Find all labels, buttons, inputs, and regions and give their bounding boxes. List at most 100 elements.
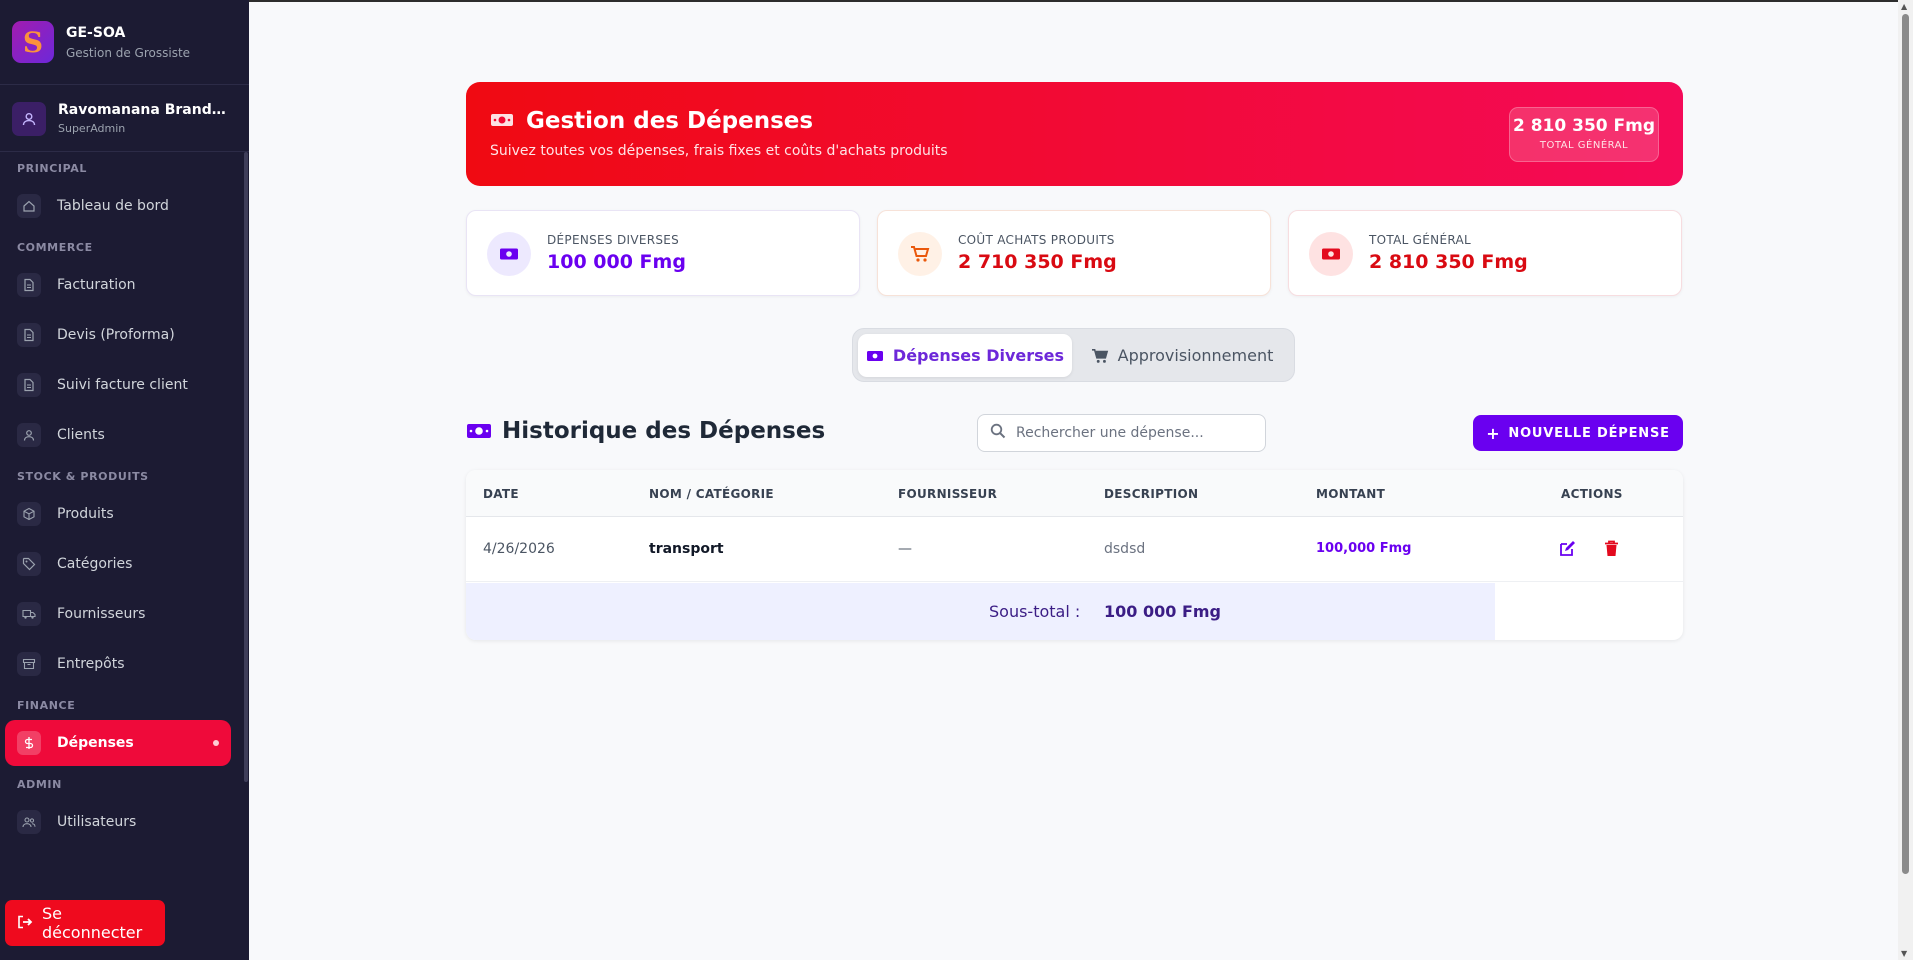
cell-description: dsdsd bbox=[1104, 541, 1146, 557]
user-name: Ravomanana Brandon Fi... bbox=[58, 102, 230, 118]
search-box bbox=[977, 414, 1266, 452]
total-value: 2 810 350 Fmg bbox=[1512, 116, 1656, 136]
archive-icon bbox=[17, 652, 41, 676]
total-badge: 2 810 350 Fmg TOTAL GÉNÉRAL bbox=[1509, 107, 1659, 162]
col-date: DATE bbox=[483, 487, 519, 501]
tab-depenses-diverses[interactable]: Dépenses Diverses bbox=[858, 334, 1072, 377]
cell-name: transport bbox=[649, 541, 724, 557]
cell-amount: 100,000 Fmg bbox=[1316, 541, 1412, 556]
page-subtitle: Suivez toutes vos dépenses, frais fixes … bbox=[490, 143, 948, 159]
cell-date: 4/26/2026 bbox=[483, 541, 555, 557]
sidebar-item-fournisseurs[interactable]: Fournisseurs bbox=[5, 591, 231, 637]
section-title-text: Historique des Dépenses bbox=[502, 418, 826, 444]
cell-supplier: — bbox=[898, 541, 912, 557]
table-header: DATE NOM / CATÉGORIE FOURNISSEUR DESCRIP… bbox=[466, 470, 1683, 517]
sidebar-item-entrepots[interactable]: Entrepôts bbox=[5, 641, 231, 687]
page-scrollbar[interactable]: ▲ ▼ bbox=[1898, 0, 1913, 960]
subtotal-label: Sous-total : bbox=[989, 602, 1081, 621]
sidebar-item-label: Dépenses bbox=[57, 735, 134, 751]
sidebar-item-tableau-de-bord[interactable]: Tableau de bord bbox=[5, 183, 231, 229]
tab-approvisionnement[interactable]: Approvisionnement bbox=[1075, 334, 1289, 377]
scrollbar-thumb[interactable] bbox=[1902, 14, 1909, 874]
trash-icon[interactable] bbox=[1600, 537, 1622, 559]
cart-icon bbox=[1091, 348, 1109, 364]
stat-label: COÛT ACHATS PRODUITS bbox=[958, 233, 1115, 247]
sidebar-item-label: Fournisseurs bbox=[57, 606, 146, 622]
sidebar-item-label: Devis (Proforma) bbox=[57, 327, 175, 343]
new-expense-label: NOUVELLE DÉPENSE bbox=[1508, 425, 1670, 441]
sidebar: S GE-SOA Gestion de Grossiste Ravomanana… bbox=[0, 0, 249, 960]
money-icon bbox=[466, 422, 492, 440]
user-role: SuperAdmin bbox=[58, 122, 126, 135]
sidebar-item-categories[interactable]: Catégories bbox=[5, 541, 231, 587]
section-admin: ADMIN bbox=[17, 778, 62, 791]
sidebar-item-label: Utilisateurs bbox=[57, 814, 137, 830]
sidebar-item-utilisateurs[interactable]: Utilisateurs bbox=[5, 799, 231, 845]
logout-button[interactable]: Se déconnecter bbox=[5, 900, 165, 946]
expenses-table: DATE NOM / CATÉGORIE FOURNISSEUR DESCRIP… bbox=[466, 470, 1683, 640]
section-title: Historique des Dépenses bbox=[466, 418, 825, 444]
tab-label: Dépenses Diverses bbox=[892, 346, 1065, 365]
sidebar-item-label: Clients bbox=[57, 427, 105, 443]
sidebar-nav: PRINCIPAL Tableau de bord COMMERCE Factu… bbox=[0, 152, 249, 884]
top-border bbox=[249, 0, 1913, 2]
new-expense-button[interactable]: + NOUVELLE DÉPENSE bbox=[1473, 415, 1683, 451]
stat-label: TOTAL GÉNÉRAL bbox=[1369, 233, 1471, 247]
page-title-text: Gestion des Dépenses bbox=[526, 108, 814, 134]
money-icon bbox=[487, 232, 531, 276]
sidebar-item-label: Facturation bbox=[57, 277, 136, 293]
stat-card-depenses-diverses: DÉPENSES DIVERSES 100 000 Fmg bbox=[466, 210, 860, 296]
subtotal-value: 100 000 Fmg bbox=[1104, 602, 1221, 621]
user-icon bbox=[12, 101, 46, 136]
sidebar-item-clients[interactable]: Clients bbox=[5, 412, 231, 458]
cube-icon bbox=[17, 502, 41, 526]
section-commerce: COMMERCE bbox=[17, 241, 93, 254]
search-input[interactable] bbox=[1016, 425, 1246, 441]
edit-icon[interactable] bbox=[1556, 537, 1578, 559]
scroll-up-icon[interactable]: ▲ bbox=[1901, 2, 1907, 11]
money-icon bbox=[1309, 232, 1353, 276]
stat-card-cout-achats: COÛT ACHATS PRODUITS 2 710 350 Fmg bbox=[877, 210, 1271, 296]
section-principal: PRINCIPAL bbox=[17, 162, 87, 175]
search-icon bbox=[990, 423, 1006, 443]
section-stock: STOCK & PRODUITS bbox=[17, 470, 149, 483]
page-title: Gestion des Dépenses bbox=[490, 108, 813, 134]
active-indicator bbox=[213, 740, 219, 746]
col-fournisseur: FOURNISSEUR bbox=[898, 487, 998, 501]
col-description: DESCRIPTION bbox=[1104, 487, 1199, 501]
logout-label: Se déconnecter bbox=[42, 904, 143, 942]
sidebar-item-depenses[interactable]: Dépenses bbox=[5, 720, 231, 766]
page-header: Gestion des Dépenses Suivez toutes vos d… bbox=[466, 82, 1683, 186]
scroll-down-icon[interactable]: ▼ bbox=[1901, 949, 1907, 958]
tab-bar: Dépenses Diverses Approvisionnement bbox=[852, 328, 1295, 382]
tag-icon bbox=[17, 552, 41, 576]
sidebar-item-facturation[interactable]: Facturation bbox=[5, 262, 231, 308]
section-finance: FINANCE bbox=[17, 699, 76, 712]
sidebar-scrollbar[interactable] bbox=[244, 152, 248, 782]
stat-value: 2 710 350 Fmg bbox=[958, 251, 1117, 273]
sidebar-item-label: Tableau de bord bbox=[57, 198, 169, 214]
cart-icon bbox=[898, 232, 942, 276]
sidebar-item-label: Entrepôts bbox=[57, 656, 125, 672]
app-logo: S bbox=[12, 21, 54, 63]
tab-label: Approvisionnement bbox=[1117, 346, 1274, 365]
sidebar-item-devis[interactable]: Devis (Proforma) bbox=[5, 312, 231, 358]
sidebar-item-suivi-facture[interactable]: Suivi facture client bbox=[5, 362, 231, 408]
subtotal-row: Sous-total : 100 000 Fmg bbox=[466, 583, 1495, 640]
sidebar-item-label: Produits bbox=[57, 506, 114, 522]
sidebar-item-produits[interactable]: Produits bbox=[5, 491, 231, 537]
stat-value: 2 810 350 Fmg bbox=[1369, 251, 1528, 273]
user-profile[interactable]: Ravomanana Brandon Fi... SuperAdmin bbox=[0, 86, 249, 152]
app-name: GE-SOA bbox=[66, 24, 126, 41]
home-icon bbox=[17, 194, 41, 218]
stat-value: 100 000 Fmg bbox=[547, 251, 686, 273]
truck-icon bbox=[17, 602, 41, 626]
col-montant: MONTANT bbox=[1316, 487, 1386, 501]
logout-icon bbox=[17, 914, 33, 933]
money-icon bbox=[866, 350, 884, 362]
stat-label: DÉPENSES DIVERSES bbox=[547, 233, 680, 247]
brand: S GE-SOA Gestion de Grossiste bbox=[0, 0, 249, 85]
col-nom-categorie: NOM / CATÉGORIE bbox=[649, 487, 774, 501]
app-subtitle: Gestion de Grossiste bbox=[66, 45, 191, 60]
sidebar-item-label: Suivi facture client bbox=[57, 377, 188, 393]
